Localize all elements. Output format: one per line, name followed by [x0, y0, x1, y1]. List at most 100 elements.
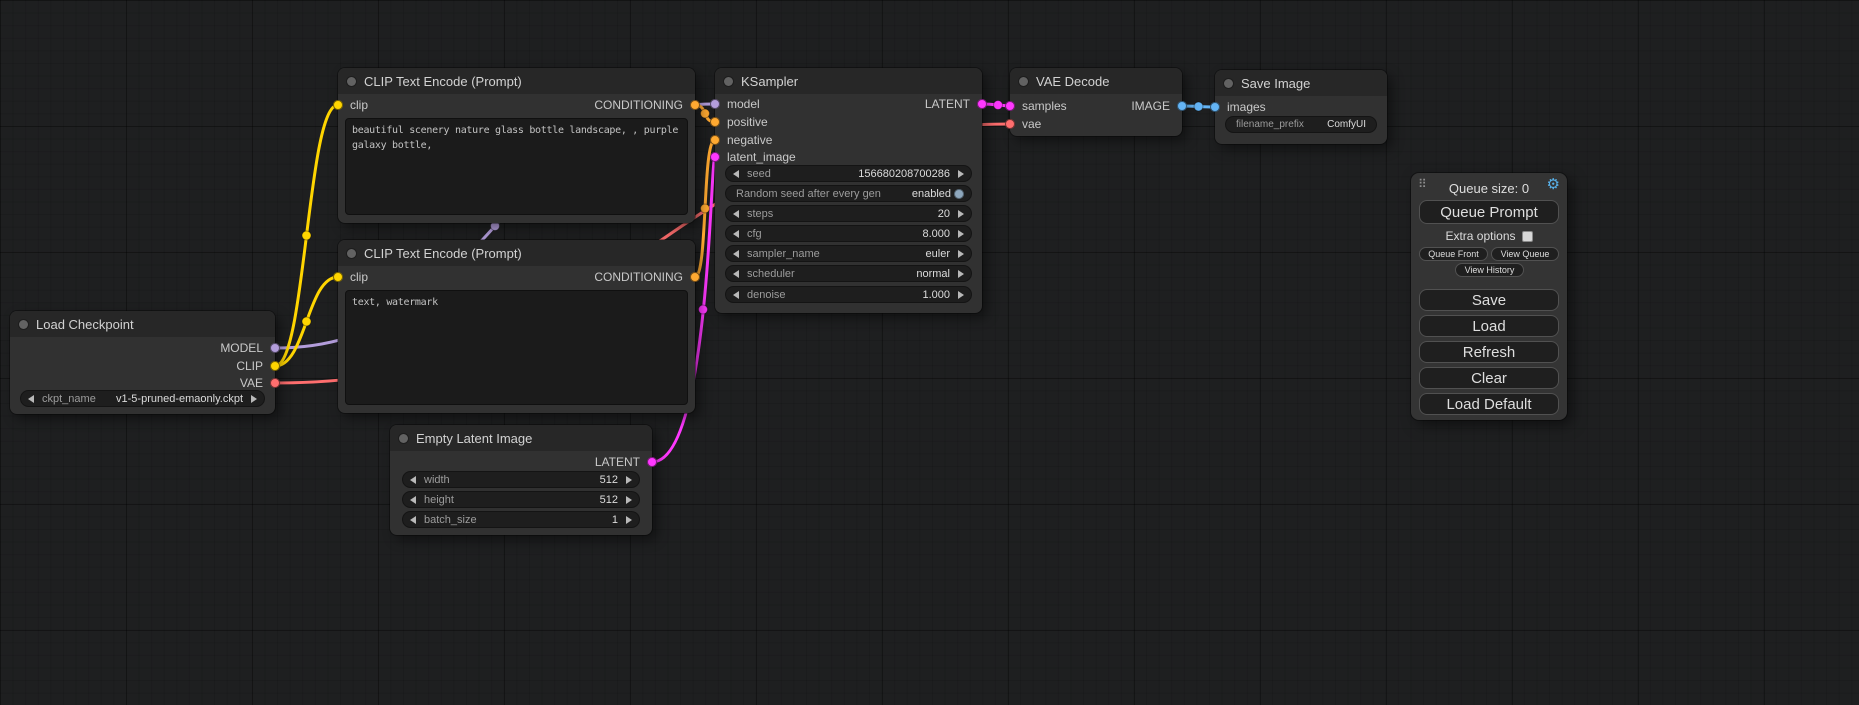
decrement-arrow-icon[interactable] — [733, 291, 739, 299]
vae-slot-dot-icon[interactable] — [270, 378, 280, 388]
seed-widget[interactable]: seed 156680208700286 — [725, 165, 972, 182]
scheduler-widget[interactable]: scheduler normal — [725, 265, 972, 282]
output-slot-model[interactable]: MODEL — [220, 341, 280, 355]
decrement-arrow-icon[interactable] — [28, 395, 34, 403]
increment-arrow-icon[interactable] — [958, 270, 964, 278]
output-slot-vae[interactable]: VAE — [240, 376, 280, 390]
increment-arrow-icon[interactable] — [958, 170, 964, 178]
input-slot-samples[interactable]: samples — [1005, 99, 1067, 113]
save-button[interactable]: Save — [1419, 289, 1559, 311]
queue-prompt-button[interactable]: Queue Prompt — [1419, 200, 1559, 224]
input-slot-positive[interactable]: positive — [710, 115, 768, 129]
vae-slot-dot-icon[interactable] — [1005, 119, 1015, 129]
node-vae-decode[interactable]: VAE Decode samples vae IMAGE — [1010, 68, 1182, 136]
load-default-button[interactable]: Load Default — [1419, 393, 1559, 415]
filename-prefix-widget[interactable]: filename_prefix ComfyUI — [1225, 116, 1377, 133]
decrement-arrow-icon[interactable] — [410, 516, 416, 524]
model-slot-dot-icon[interactable] — [270, 343, 280, 353]
collapse-dot-icon[interactable] — [724, 77, 733, 86]
output-slot-conditioning[interactable]: CONDITIONING — [594, 98, 700, 112]
latent-slot-dot-icon[interactable] — [1005, 101, 1015, 111]
node-clip-text-encode-negative[interactable]: CLIP Text Encode (Prompt) clip CONDITION… — [338, 240, 695, 413]
collapse-dot-icon[interactable] — [1019, 77, 1028, 86]
node-ksampler[interactable]: KSampler model positive negative latent_… — [715, 68, 982, 313]
conditioning-slot-dot-icon[interactable] — [710, 117, 720, 127]
node-clip-text-encode-positive[interactable]: CLIP Text Encode (Prompt) clip CONDITION… — [338, 68, 695, 223]
settings-gear-icon[interactable]: ⚙ — [1547, 177, 1560, 192]
load-button[interactable]: Load — [1419, 315, 1559, 337]
conditioning-slot-dot-icon[interactable] — [710, 135, 720, 145]
sampler-name-widget[interactable]: sampler_name euler — [725, 245, 972, 262]
node-empty-latent-titlebar[interactable]: Empty Latent Image — [390, 425, 652, 451]
conditioning-slot-dot-icon[interactable] — [690, 100, 700, 110]
ckpt-name-widget[interactable]: ckpt_name v1-5-pruned-emaonly.ckpt — [20, 390, 265, 407]
decrement-arrow-icon[interactable] — [410, 496, 416, 504]
output-slot-image[interactable]: IMAGE — [1131, 99, 1187, 113]
decrement-arrow-icon[interactable] — [733, 250, 739, 258]
graph-canvas[interactable]: Load Checkpoint MODEL CLIP VAE ckpt_name… — [0, 0, 1859, 705]
node-clip-encode-negative-titlebar[interactable]: CLIP Text Encode (Prompt) — [338, 240, 695, 266]
toggle-knob-icon[interactable] — [954, 189, 964, 199]
view-history-button[interactable]: View History — [1455, 263, 1524, 277]
cfg-widget[interactable]: cfg 8.000 — [725, 225, 972, 242]
increment-arrow-icon[interactable] — [958, 210, 964, 218]
increment-arrow-icon[interactable] — [626, 516, 632, 524]
image-slot-dot-icon[interactable] — [1210, 102, 1220, 112]
input-slot-images[interactable]: images — [1210, 100, 1266, 114]
node-clip-encode-positive-titlebar[interactable]: CLIP Text Encode (Prompt) — [338, 68, 695, 94]
decrement-arrow-icon[interactable] — [410, 476, 416, 484]
latent-slot-dot-icon[interactable] — [647, 457, 657, 467]
collapse-dot-icon[interactable] — [1224, 79, 1233, 88]
node-ksampler-titlebar[interactable]: KSampler — [715, 68, 982, 94]
decrement-arrow-icon[interactable] — [733, 270, 739, 278]
input-slot-clip[interactable]: clip — [333, 98, 368, 112]
image-slot-dot-icon[interactable] — [1177, 101, 1187, 111]
view-queue-button[interactable]: View Queue — [1491, 247, 1559, 261]
clear-button[interactable]: Clear — [1419, 367, 1559, 389]
decrement-arrow-icon[interactable] — [733, 170, 739, 178]
node-empty-latent-image[interactable]: Empty Latent Image LATENT width 512 heig… — [390, 425, 652, 535]
collapse-dot-icon[interactable] — [19, 320, 28, 329]
collapse-dot-icon[interactable] — [347, 249, 356, 258]
node-load-checkpoint[interactable]: Load Checkpoint MODEL CLIP VAE ckpt_name… — [10, 311, 275, 414]
clip-slot-dot-icon[interactable] — [270, 361, 280, 371]
output-slot-latent[interactable]: LATENT — [595, 455, 657, 469]
increment-arrow-icon[interactable] — [251, 395, 257, 403]
input-slot-clip[interactable]: clip — [333, 270, 368, 284]
clip-slot-dot-icon[interactable] — [333, 100, 343, 110]
input-slot-latent-image[interactable]: latent_image — [710, 150, 796, 164]
random-seed-toggle-widget[interactable]: Random seed after every gen enabled — [725, 185, 972, 202]
denoise-widget[interactable]: denoise 1.000 — [725, 286, 972, 303]
latent-slot-dot-icon[interactable] — [710, 152, 720, 162]
batch-size-widget[interactable]: batch_size 1 — [402, 511, 640, 528]
height-widget[interactable]: height 512 — [402, 491, 640, 508]
refresh-button[interactable]: Refresh — [1419, 341, 1559, 363]
steps-widget[interactable]: steps 20 — [725, 205, 972, 222]
increment-arrow-icon[interactable] — [958, 291, 964, 299]
decrement-arrow-icon[interactable] — [733, 230, 739, 238]
node-save-image-titlebar[interactable]: Save Image — [1215, 70, 1387, 96]
input-slot-model[interactable]: model — [710, 97, 760, 111]
collapse-dot-icon[interactable] — [347, 77, 356, 86]
extra-options-checkbox[interactable] — [1522, 231, 1533, 242]
input-slot-negative[interactable]: negative — [710, 133, 772, 147]
latent-slot-dot-icon[interactable] — [977, 99, 987, 109]
node-load-checkpoint-titlebar[interactable]: Load Checkpoint — [10, 311, 275, 337]
output-slot-latent[interactable]: LATENT — [925, 97, 987, 111]
increment-arrow-icon[interactable] — [958, 250, 964, 258]
conditioning-slot-dot-icon[interactable] — [690, 272, 700, 282]
width-widget[interactable]: width 512 — [402, 471, 640, 488]
queue-front-button[interactable]: Queue Front — [1419, 247, 1488, 261]
output-slot-clip[interactable]: CLIP — [236, 359, 280, 373]
output-slot-conditioning[interactable]: CONDITIONING — [594, 270, 700, 284]
clip-slot-dot-icon[interactable] — [333, 272, 343, 282]
increment-arrow-icon[interactable] — [626, 476, 632, 484]
decrement-arrow-icon[interactable] — [733, 210, 739, 218]
node-vae-decode-titlebar[interactable]: VAE Decode — [1010, 68, 1182, 94]
model-slot-dot-icon[interactable] — [710, 99, 720, 109]
node-save-image[interactable]: Save Image images filename_prefix ComfyU… — [1215, 70, 1387, 144]
collapse-dot-icon[interactable] — [399, 434, 408, 443]
increment-arrow-icon[interactable] — [626, 496, 632, 504]
negative-prompt-textarea[interactable]: text, watermark — [345, 290, 688, 405]
positive-prompt-textarea[interactable]: beautiful scenery nature glass bottle la… — [345, 118, 688, 215]
